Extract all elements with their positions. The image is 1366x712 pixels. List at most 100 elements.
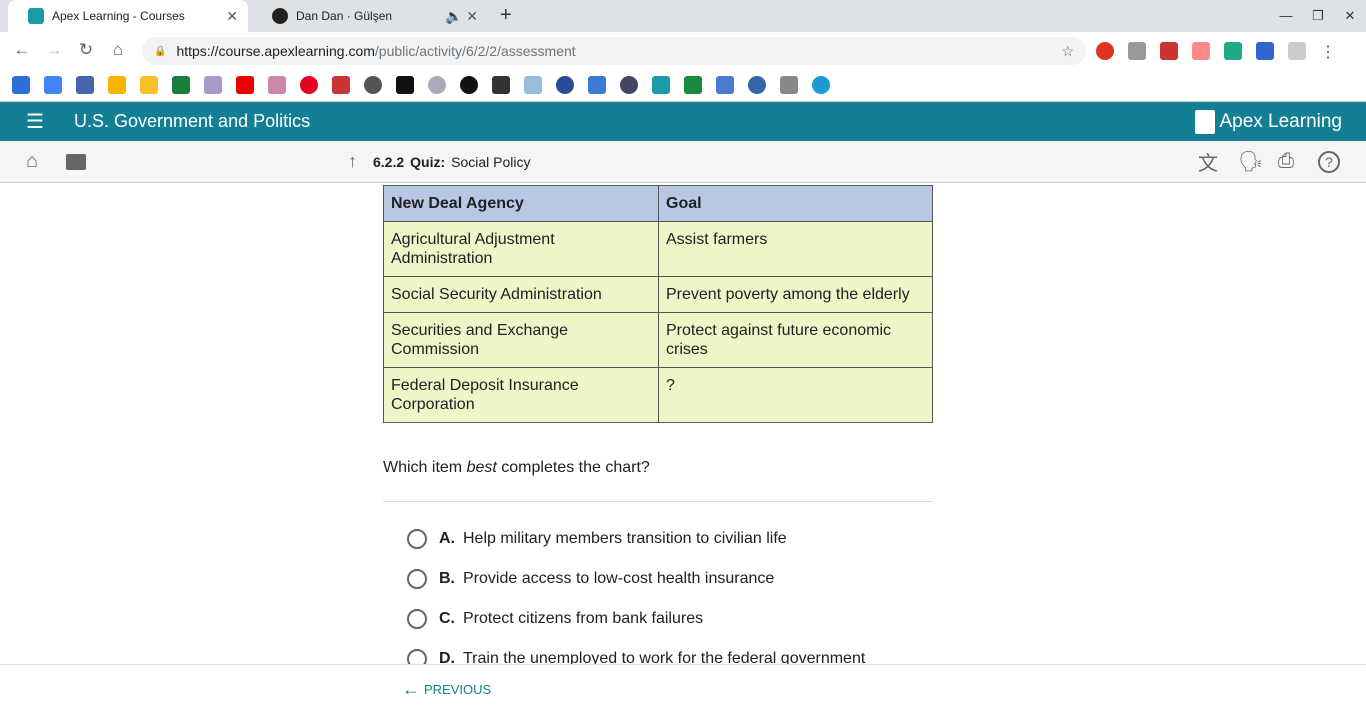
gmail-icon[interactable] xyxy=(332,75,350,94)
table-row: Social Security Administration Prevent po… xyxy=(383,276,933,313)
menu-icon[interactable]: ☰ xyxy=(26,109,46,134)
forward-icon[interactable]: → xyxy=(38,40,70,60)
bookmark-icon[interactable] xyxy=(44,75,62,94)
course-title: U.S. Government and Politics xyxy=(74,111,311,131)
bookmark-star-icon[interactable]: ☆ xyxy=(1061,43,1074,60)
question-emphasis: best xyxy=(466,459,497,476)
pinterest-icon[interactable] xyxy=(300,75,318,94)
bookmark-icon[interactable] xyxy=(364,75,382,94)
translate-icon[interactable]: 文 xyxy=(1198,147,1218,176)
bookmark-icon[interactable] xyxy=(12,75,30,94)
question-part: completes the chart? xyxy=(496,459,650,476)
bookmark-icon[interactable] xyxy=(780,75,798,94)
option-letter: B. xyxy=(439,570,455,587)
bookmark-icon[interactable] xyxy=(268,75,286,94)
tab-apex[interactable]: Apex Learning - Courses ✕ xyxy=(8,0,248,32)
bookmark-icon[interactable] xyxy=(204,75,222,94)
reload-icon[interactable]: ↻ xyxy=(70,40,102,60)
extension-b-icon[interactable] xyxy=(1256,42,1274,60)
quiz-content: New Deal Agency Goal Agricultural Adjustm… xyxy=(383,185,933,679)
close-tab-icon[interactable]: 🔈 ✕ xyxy=(445,8,478,25)
extension-r-icon[interactable] xyxy=(1224,42,1242,60)
table-cell: Protect against future economic crises xyxy=(658,312,933,368)
bookmark-icon[interactable] xyxy=(428,75,446,94)
bookmarks-bar xyxy=(0,68,1366,102)
close-window-icon[interactable]: ✕ xyxy=(1334,0,1366,32)
gmail-icon[interactable] xyxy=(1160,42,1178,60)
new-deal-table: New Deal Agency Goal Agricultural Adjustm… xyxy=(383,185,933,423)
bookmark-icon[interactable] xyxy=(716,75,734,94)
divider xyxy=(383,501,933,502)
bookmark-icon[interactable] xyxy=(620,75,638,94)
option-letter: A. xyxy=(439,530,455,547)
table-row: Securities and Exchange Commission Protec… xyxy=(383,312,933,368)
adblock-icon[interactable] xyxy=(1096,42,1114,60)
activity-title: Social Policy xyxy=(451,153,531,170)
previous-button[interactable]: ← PREVIOUS xyxy=(402,679,491,700)
option-text: Protect citizens from bank failures xyxy=(463,610,704,627)
radio-button[interactable] xyxy=(407,609,427,629)
minimize-icon[interactable]: — xyxy=(1270,0,1302,32)
bookmark-icon[interactable] xyxy=(812,75,830,94)
address-bar[interactable]: 🔒 https://course.apexlearning.com/public/… xyxy=(142,37,1086,65)
apex-favicon-icon xyxy=(28,8,44,24)
radio-button[interactable] xyxy=(407,529,427,549)
activity-toolbar: ⌂ ↑ 6.2.2 Quiz: Social Policy 文 🗣 ⎙ ? xyxy=(0,141,1366,183)
bookmark-icon[interactable] xyxy=(172,75,190,94)
tab-title: Dan Dan · Gülşen xyxy=(296,9,393,23)
bookmark-icon[interactable] xyxy=(492,75,510,94)
print-icon[interactable]: ⎙ xyxy=(1278,150,1294,173)
bookmark-icon[interactable] xyxy=(684,75,702,94)
logo-text: Apex Learning xyxy=(1219,110,1342,132)
extension-icon[interactable] xyxy=(1192,42,1210,60)
bookmark-icon[interactable] xyxy=(524,75,542,94)
bookmark-icon[interactable] xyxy=(140,75,158,94)
table-cell: Social Security Administration xyxy=(383,276,659,313)
answer-option-a[interactable]: A. Help military members transition to ci… xyxy=(407,519,933,559)
close-tab-icon[interactable]: ✕ xyxy=(226,8,238,25)
spotify-icon[interactable] xyxy=(460,75,478,94)
extension-icon[interactable] xyxy=(1128,42,1146,60)
home-icon[interactable]: ⌂ xyxy=(102,40,134,60)
bookmark-icon[interactable] xyxy=(108,75,126,94)
question-part: Which item xyxy=(383,459,467,476)
read-aloud-icon[interactable]: 🗣 xyxy=(1238,149,1263,174)
up-arrow-icon[interactable]: ↑ xyxy=(348,151,357,172)
new-tab-button[interactable]: + xyxy=(500,4,512,27)
question-text: Which item best completes the chart? xyxy=(383,459,933,477)
radio-button[interactable] xyxy=(407,569,427,589)
extension-icon[interactable] xyxy=(1288,42,1306,60)
table-cell: Federal Deposit Insurance Corporation xyxy=(383,367,659,423)
answer-option-b[interactable]: B. Provide access to low-cost health insu… xyxy=(407,559,933,599)
help-icon[interactable]: ? xyxy=(1318,151,1340,173)
extensions: ⋮ xyxy=(1096,42,1336,61)
bookmark-icon[interactable] xyxy=(748,75,766,94)
back-icon[interactable]: ← xyxy=(6,40,38,60)
activity-type: Quiz: xyxy=(410,153,446,170)
answer-option-c[interactable]: C. Protect citizens from bank failures xyxy=(407,599,933,639)
apex-logo: Apex Learning xyxy=(1195,109,1342,134)
course-header: ☰ U.S. Government and Politics Apex Lear… xyxy=(0,102,1366,141)
menu-kebab-icon[interactable]: ⋮ xyxy=(1320,42,1336,61)
tab-spotify[interactable]: Dan Dan · Gülşen 🔈 ✕ xyxy=(252,0,488,32)
table-header: New Deal Agency xyxy=(383,185,659,222)
home-icon[interactable]: ⌂ xyxy=(26,150,38,173)
breadcrumb: ↑ 6.2.2 Quiz: Social Policy xyxy=(348,151,531,172)
bookmark-icon[interactable] xyxy=(396,75,414,94)
restore-icon[interactable]: ❐ xyxy=(1302,0,1334,32)
briefcase-icon[interactable] xyxy=(66,154,86,170)
option-text: Provide access to low-cost health insura… xyxy=(463,570,775,587)
tab-title: Apex Learning - Courses xyxy=(52,9,185,23)
lock-icon: 🔒 xyxy=(154,45,167,57)
bookmark-icon[interactable] xyxy=(588,75,606,94)
table-row: Agricultural Adjustment Administration As… xyxy=(383,221,933,277)
option-letter: C. xyxy=(439,610,455,627)
table-cell: Securities and Exchange Commission xyxy=(383,312,659,368)
bookmark-icon[interactable] xyxy=(76,75,94,94)
bookmark-icon[interactable] xyxy=(556,75,574,94)
bookmark-icon[interactable] xyxy=(652,75,670,94)
activity-number: 6.2.2 xyxy=(373,153,405,170)
table-cell: Assist farmers xyxy=(658,221,933,277)
url-path: /public/activity/6/2/2/assessment xyxy=(374,43,576,59)
youtube-icon[interactable] xyxy=(236,75,254,94)
